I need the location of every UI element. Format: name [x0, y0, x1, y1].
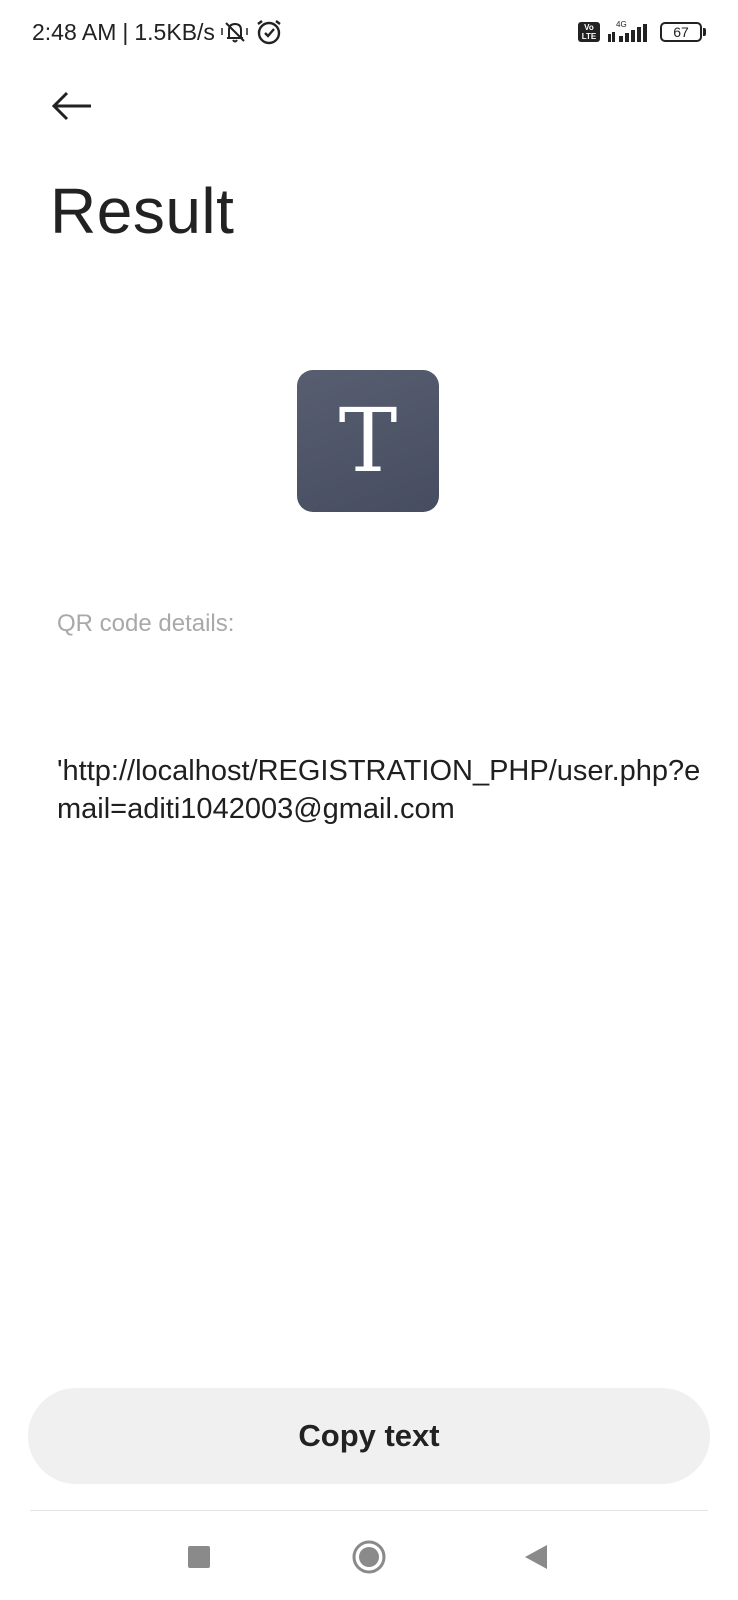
- status-bar: 2:48 AM | 1.5KB/s Vo LTE 4G 67: [0, 0, 738, 68]
- battery-icon: 67: [660, 22, 706, 42]
- home-icon: [351, 1539, 387, 1580]
- status-right: Vo LTE 4G 67: [578, 20, 706, 44]
- home-button[interactable]: [345, 1535, 393, 1583]
- network-speed: 1.5KB/s: [134, 18, 215, 45]
- screen: 2:48 AM | 1.5KB/s Vo LTE 4G 67 Result T …: [0, 0, 738, 1600]
- volte-icon: Vo LTE: [578, 22, 600, 42]
- qr-details-label: QR code details:: [57, 610, 235, 637]
- qr-content-text: 'http://localhost/REGISTRATION_PHP/user.…: [57, 755, 701, 825]
- navigation-bar: [0, 1511, 738, 1600]
- recent-apps-button[interactable]: [175, 1535, 223, 1583]
- copy-text-button[interactable]: Copy text: [28, 1388, 710, 1484]
- back-icon: [523, 1543, 549, 1576]
- recent-apps-icon: [187, 1545, 211, 1574]
- bell-muted-icon: [221, 19, 249, 45]
- text-type-icon: T: [297, 370, 439, 512]
- signal-icon: 4G: [608, 20, 652, 44]
- arrow-left-icon: [51, 91, 93, 126]
- text-type-letter: T: [338, 389, 398, 492]
- page-title: Result: [50, 175, 235, 247]
- status-left: 2:48 AM | 1.5KB/s: [32, 18, 283, 46]
- nav-back-button[interactable]: [512, 1535, 560, 1583]
- status-separator: |: [122, 18, 129, 45]
- network-type-label: 4G: [616, 20, 627, 29]
- back-button[interactable]: [44, 84, 100, 132]
- status-time: 2:48 AM: [32, 18, 117, 45]
- alarm-clock-icon: [255, 18, 283, 46]
